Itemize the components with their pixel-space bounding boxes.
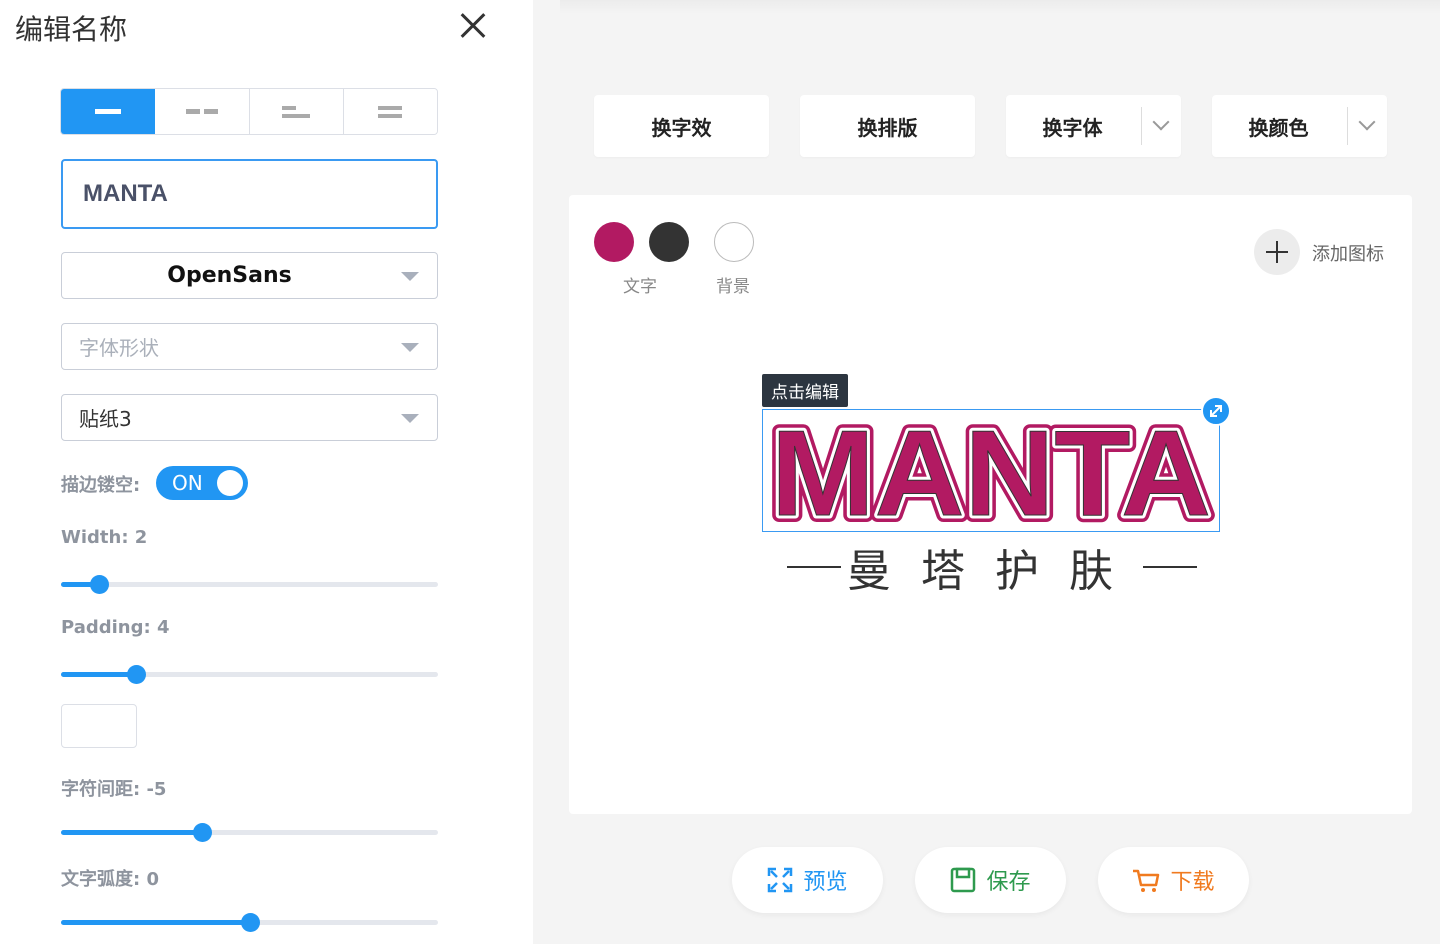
change-color-label: 换颜色 <box>1248 115 1309 140</box>
stroke-toggle[interactable]: ON <box>156 466 248 500</box>
width-label: Width: 2 <box>61 527 148 548</box>
stroke-label: 描边镂空: <box>61 475 141 496</box>
close-icon[interactable] <box>455 8 491 44</box>
text-color-swatch[interactable] <box>594 222 634 262</box>
layout-tabs <box>60 88 438 135</box>
change-layout-button[interactable]: 换排版 <box>800 95 975 157</box>
add-icon-button[interactable] <box>1254 229 1300 275</box>
slogan-label: 曼塔护肤 <box>847 546 1143 597</box>
download-label: 下载 <box>1170 870 1215 895</box>
stroke-color-box[interactable] <box>61 704 137 748</box>
slider-thumb[interactable] <box>127 665 147 684</box>
single-line-icon <box>94 109 121 114</box>
caret-down-icon <box>401 272 419 281</box>
stacked-left-icon <box>282 105 311 118</box>
spacing-slider[interactable] <box>61 822 438 842</box>
add-icon-label[interactable]: 添加图标 <box>1312 240 1384 266</box>
name-input[interactable] <box>61 159 438 229</box>
svg-text:MANTA: MANTA <box>771 411 1211 530</box>
slogan-text[interactable]: 曼塔护肤 <box>787 535 1197 599</box>
design-canvas: 文字 背景 添加图标 点击编辑 MANTA MANTA MANTA 曼塔护肤 <box>569 195 1412 814</box>
change-layout-label: 换排版 <box>857 115 918 140</box>
split-line-icon <box>185 109 218 114</box>
dash-right <box>1143 566 1197 568</box>
caret-down-icon <box>401 414 419 423</box>
padding-label: Padding: 4 <box>61 617 170 638</box>
padding-slider[interactable] <box>61 664 438 684</box>
change-font-button[interactable]: 换字体 <box>1006 95 1181 157</box>
chevron-down-icon[interactable] <box>1347 107 1387 145</box>
layout-tab-single[interactable] <box>61 89 156 134</box>
effect-select[interactable]: 贴纸3 <box>61 394 438 441</box>
save-button[interactable]: 保存 <box>915 847 1066 913</box>
font-select-value: OpenSans <box>167 263 292 288</box>
toggle-knob <box>217 470 243 496</box>
cart-icon <box>1133 869 1160 892</box>
caret-down-icon <box>401 343 419 352</box>
font-shape-placeholder: 字体形状 <box>79 336 159 360</box>
download-button[interactable]: 下载 <box>1098 847 1249 913</box>
stacked-icon <box>378 105 403 118</box>
layout-tab-stacked-left[interactable] <box>249 89 344 134</box>
change-effect-label: 换字效 <box>651 115 712 140</box>
save-label: 保存 <box>986 870 1031 895</box>
change-effect-button[interactable]: 换字效 <box>594 95 769 157</box>
preview-button[interactable]: 预览 <box>732 847 883 913</box>
width-slider[interactable] <box>61 574 438 594</box>
font-shape-select[interactable]: 字体形状 <box>61 323 438 370</box>
spacing-label: 字符间距: -5 <box>61 779 167 800</box>
dash-left <box>787 566 841 568</box>
chevron-down-icon[interactable] <box>1141 107 1181 145</box>
effect-select-value: 贴纸3 <box>79 407 132 431</box>
expand-icon <box>768 867 793 893</box>
arc-slider[interactable] <box>61 912 438 932</box>
font-select[interactable]: OpenSans <box>61 252 438 299</box>
click-to-edit-tooltip: 点击编辑 <box>762 374 848 407</box>
slider-thumb[interactable] <box>193 823 213 842</box>
layout-tab-stacked[interactable] <box>343 89 437 134</box>
arc-label: 文字弧度: 0 <box>61 869 159 890</box>
bg-color-label: 背景 <box>716 277 750 297</box>
change-color-button[interactable]: 换颜色 <box>1212 95 1387 157</box>
resize-handle-icon[interactable] <box>1201 396 1231 426</box>
panel-title: 编辑名称 <box>15 13 128 46</box>
layout-tab-split[interactable] <box>155 89 250 134</box>
top-shadow <box>560 0 1440 14</box>
bg-color-swatch[interactable] <box>714 222 754 262</box>
edit-name-panel: 编辑名称 OpenSans 字体形状 贴纸3 描边镂空: ON Width: 2 <box>0 0 533 944</box>
second-color-swatch[interactable] <box>649 222 689 262</box>
toggle-text: ON <box>172 471 203 495</box>
slider-thumb[interactable] <box>89 575 109 594</box>
save-icon <box>951 867 976 893</box>
preview-label: 预览 <box>803 870 848 895</box>
logo-text[interactable]: MANTA MANTA MANTA <box>764 411 1218 530</box>
text-color-label: 文字 <box>623 277 657 297</box>
change-font-label: 换字体 <box>1042 115 1103 140</box>
slider-thumb[interactable] <box>240 913 260 932</box>
